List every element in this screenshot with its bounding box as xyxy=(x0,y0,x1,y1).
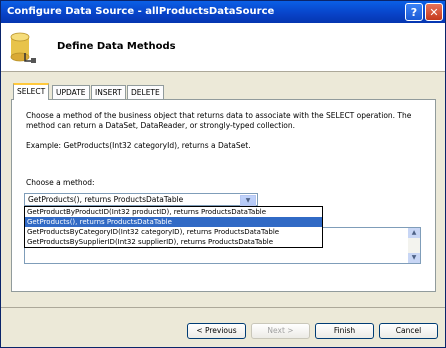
close-button[interactable]: ✕ xyxy=(425,3,443,21)
method-description: Choose a method of the business object t… xyxy=(26,111,412,130)
tab-insert[interactable]: INSERT xyxy=(91,85,126,99)
configure-data-source-window: Configure Data Source - allProductsDataS… xyxy=(0,0,446,348)
tab-delete[interactable]: DELETE xyxy=(127,85,164,99)
method-dropdown-list[interactable]: GetProductByProductID(Int32 productID), … xyxy=(24,206,323,248)
tab-update[interactable]: UPDATE xyxy=(52,85,90,99)
method-combobox-value: GetProducts(), returns ProductsDataTable xyxy=(28,195,184,204)
database-icon xyxy=(10,32,36,63)
scroll-down-icon[interactable]: ▼ xyxy=(408,253,420,263)
method-option[interactable]: GetProductsBySupplierID(Int32 supplierID… xyxy=(25,237,322,247)
help-button[interactable]: ? xyxy=(405,3,423,21)
chevron-down-icon[interactable]: ▼ xyxy=(240,195,256,206)
cancel-button[interactable]: Cancel xyxy=(379,323,438,339)
method-option-selected[interactable]: GetProducts(), returns ProductsDataTable xyxy=(25,217,322,227)
choose-method-label: Choose a method: xyxy=(26,178,95,187)
listbox-scrollbar[interactable]: ▲ ▼ xyxy=(408,228,420,263)
finish-button[interactable]: Finish xyxy=(315,323,374,339)
method-option[interactable]: GetProductsByCategoryID(Int32 categoryID… xyxy=(25,227,322,237)
title-bar[interactable]: Configure Data Source - allProductsDataS… xyxy=(1,1,445,23)
method-combobox[interactable]: GetProducts(), returns ProductsDataTable… xyxy=(24,193,258,206)
tab-select[interactable]: SELECT xyxy=(13,83,50,100)
method-example: Example: GetProducts(Int32 categoryId), … xyxy=(26,141,251,150)
previous-button[interactable]: < Previous xyxy=(187,323,246,339)
next-button[interactable]: Next > xyxy=(251,323,310,339)
page-title: Define Data Methods xyxy=(57,41,176,52)
footer-divider xyxy=(1,307,445,308)
method-option[interactable]: GetProductByProductID(Int32 productID), … xyxy=(25,207,322,217)
window-title: Configure Data Source - allProductsDataS… xyxy=(7,6,275,17)
scroll-up-icon[interactable]: ▲ xyxy=(408,228,420,238)
